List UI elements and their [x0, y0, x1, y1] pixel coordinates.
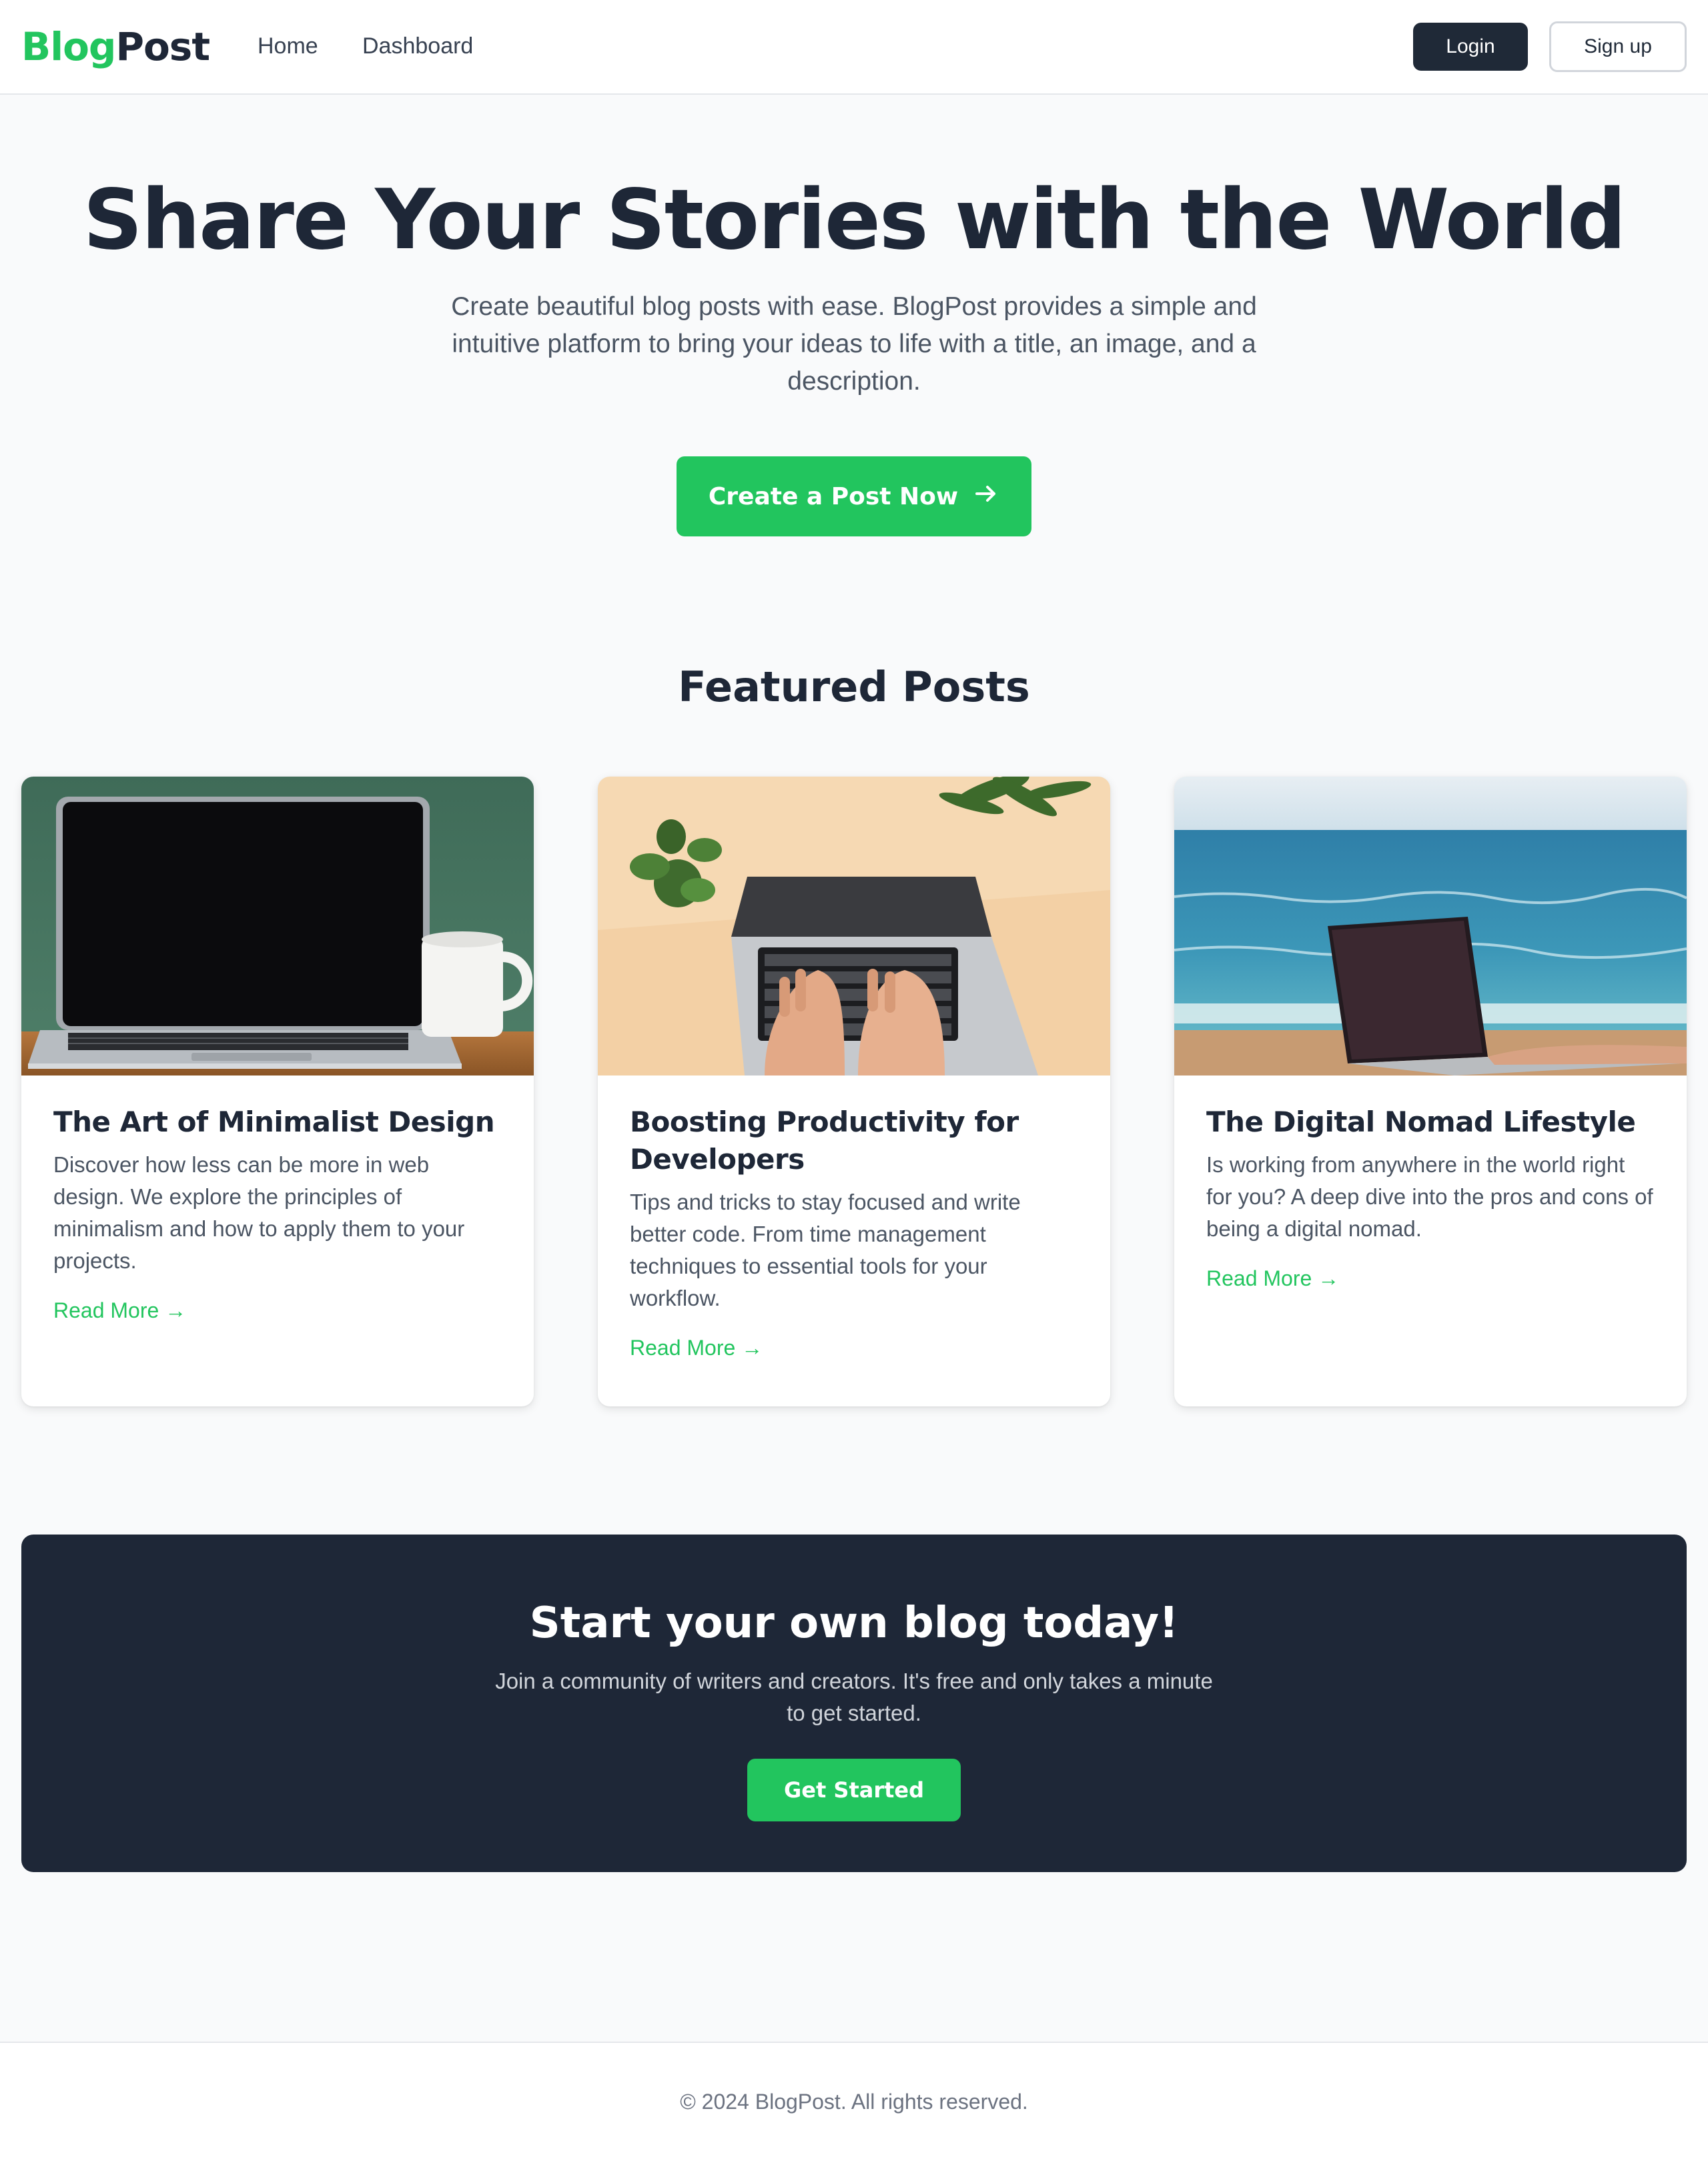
nav-dashboard-link[interactable]: Dashboard	[362, 31, 473, 61]
post-card[interactable]: The Digital Nomad Lifestyle Is working f…	[1174, 777, 1687, 1406]
hands-typing-on-laptop-photo[interactable]	[598, 777, 1110, 1075]
login-button[interactable]: Login	[1413, 23, 1528, 71]
arrow-right-icon	[973, 480, 999, 513]
post-description: Tips and tricks to stay focused and writ…	[630, 1190, 1021, 1310]
cta-title: Start your own blog today!	[529, 1599, 1179, 1648]
post-title[interactable]: The Digital Nomad Lifestyle	[1206, 1104, 1655, 1141]
laptop-with-coffee-mug-photo[interactable]	[21, 777, 534, 1075]
post-card-body: The Art of Minimalist Design Discover ho…	[53, 1104, 502, 1325]
cta-banner: Start your own blog today! Join a commun…	[21, 1535, 1687, 1872]
logo-blog: Blog	[21, 24, 116, 69]
post-title[interactable]: Boosting Productivity for Developers	[630, 1104, 1078, 1178]
nav-home-link[interactable]: Home	[258, 31, 318, 61]
signup-button[interactable]: Sign up	[1549, 21, 1687, 72]
post-card[interactable]: Boosting Productivity for Developers Tip…	[598, 777, 1110, 1406]
post-title[interactable]: The Art of Minimalist Design	[53, 1104, 502, 1141]
create-post-label: Create a Post Now	[708, 482, 959, 510]
logo[interactable]: BlogPost	[21, 20, 210, 73]
post-card-body: The Digital Nomad Lifestyle Is working f…	[1206, 1104, 1655, 1293]
laptop-at-beach-photo[interactable]	[1174, 777, 1687, 1075]
post-card[interactable]: The Art of Minimalist Design Discover ho…	[21, 777, 534, 1406]
hero-subtitle: Create beautiful blog posts with ease. B…	[451, 292, 1257, 396]
site-footer: © 2024 BlogPost. All rights reserved.	[0, 2042, 1708, 2159]
read-more-link[interactable]: Read More →	[1206, 1264, 1339, 1293]
cta-subtitle: Join a community of writers and creators…	[495, 1669, 1213, 1725]
read-more-link[interactable]: Read More →	[53, 1296, 186, 1325]
post-description: Is working from anywhere in the world ri…	[1206, 1152, 1653, 1241]
logo-post: Post	[115, 24, 210, 69]
featured-posts-heading: Featured Posts	[678, 663, 1030, 711]
get-started-button[interactable]: Get Started	[747, 1759, 961, 1821]
post-card-body: Boosting Productivity for Developers Tip…	[630, 1104, 1078, 1362]
read-more-link[interactable]: Read More →	[630, 1333, 763, 1362]
site-header: BlogPost Home Dashboard Login Sign up	[0, 0, 1708, 95]
copyright-text: © 2024 BlogPost. All rights reserved.	[680, 2090, 1028, 2114]
create-post-button[interactable]: Create a Post Now	[677, 456, 1031, 536]
hero-title: Share Your Stories with the World	[83, 172, 1627, 268]
post-description: Discover how less can be more in web des…	[53, 1152, 465, 1273]
